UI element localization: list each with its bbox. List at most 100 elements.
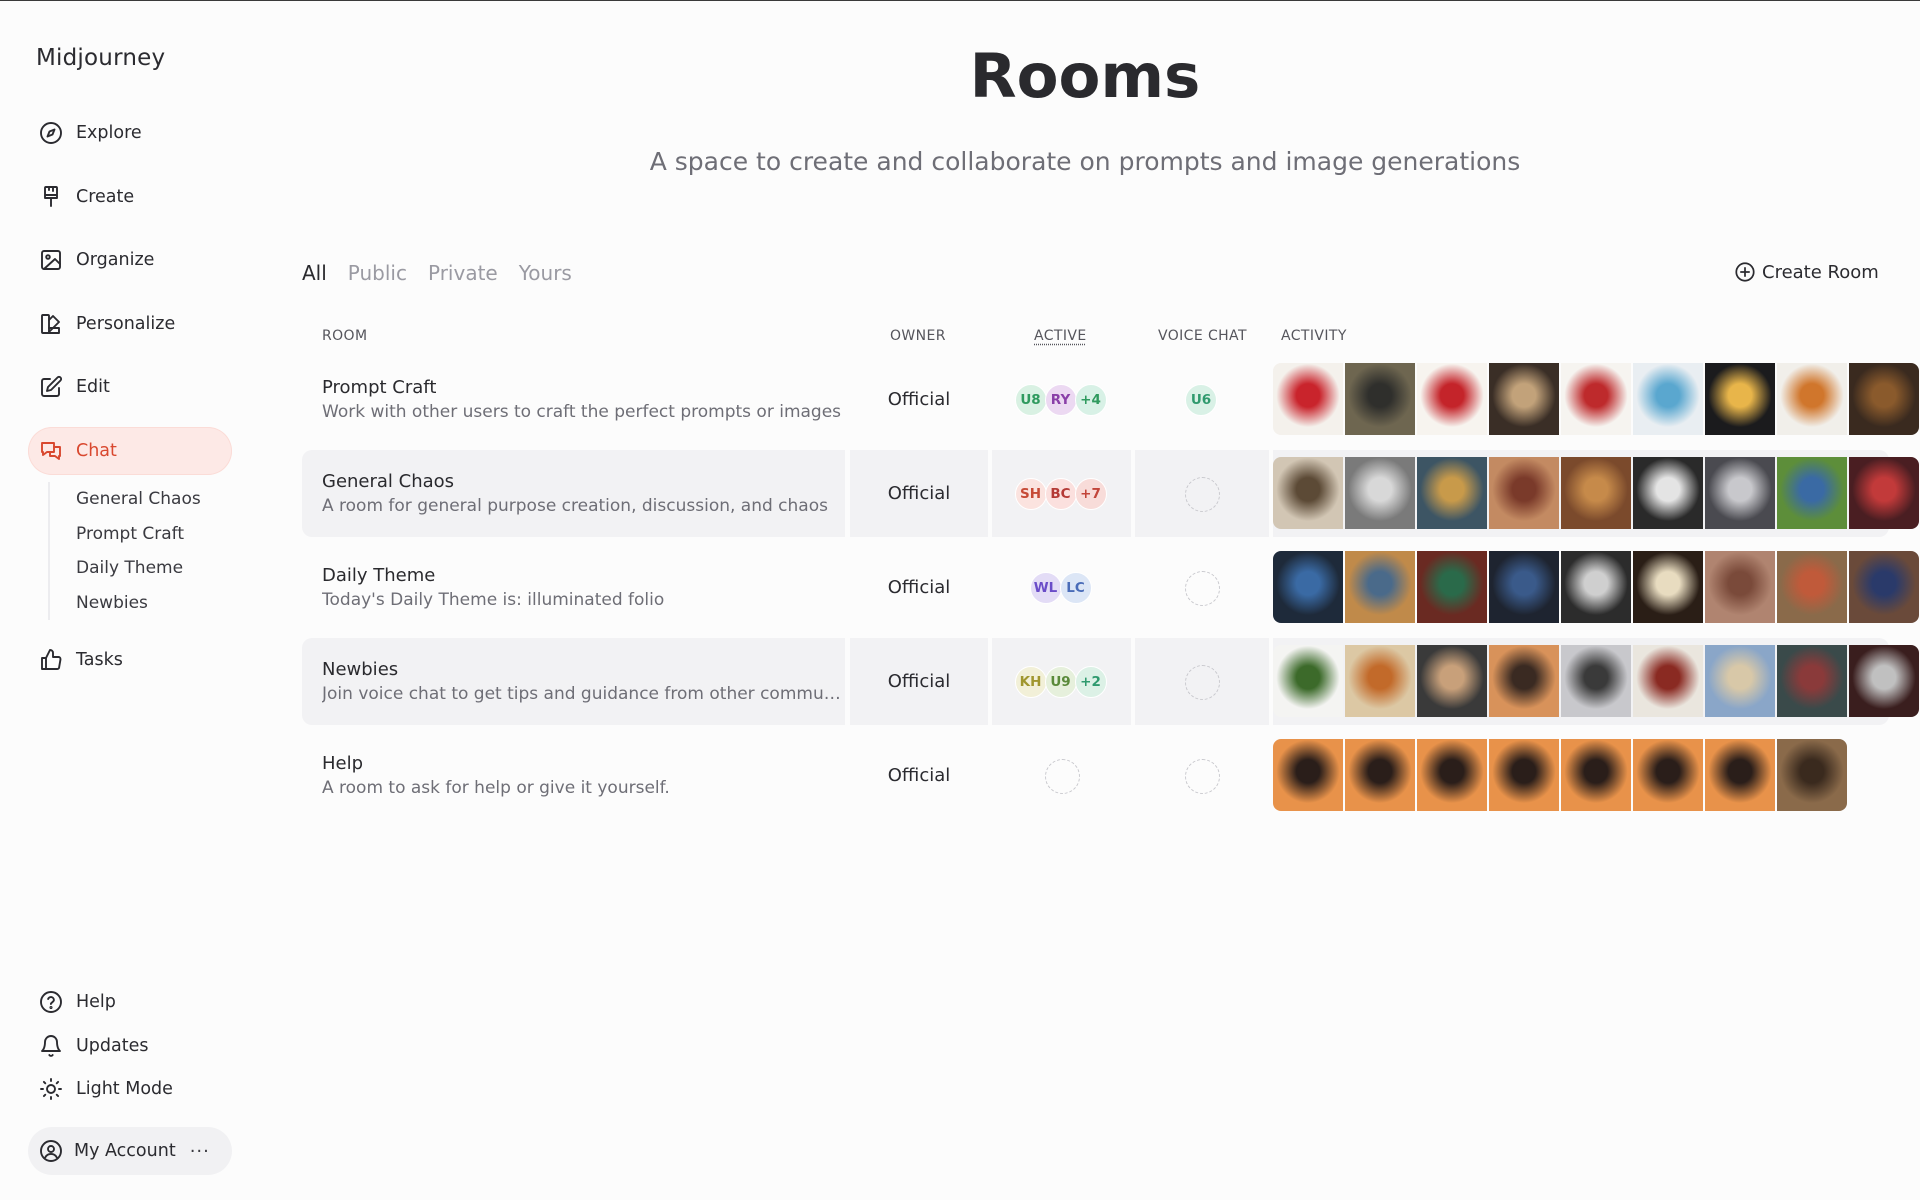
table-row[interactable]: Newbies Join voice chat to get tips and g…	[302, 638, 1889, 725]
avatar[interactable]: WL	[1030, 572, 1062, 604]
subnav-item-prompt-craft[interactable]: Prompt Craft	[76, 517, 201, 552]
my-account-button[interactable]: My Account ···	[28, 1127, 232, 1175]
activity-thumbnail[interactable]	[1273, 457, 1343, 529]
nav-item-personalize[interactable]: Personalize	[28, 300, 232, 348]
empty-voice-placeholder[interactable]	[1185, 759, 1220, 794]
nav-item-help[interactable]: Help	[28, 985, 232, 1019]
activity-thumbnail[interactable]	[1345, 457, 1415, 529]
activity-thumbnail[interactable]	[1705, 457, 1775, 529]
avatar[interactable]: SH	[1015, 478, 1047, 510]
nav-item-explore[interactable]: Explore	[28, 109, 232, 157]
activity-thumbnail[interactable]	[1417, 551, 1487, 623]
activity-thumbnail[interactable]	[1345, 551, 1415, 623]
activity-thumbnail[interactable]	[1705, 739, 1775, 811]
room-cell-prompt-craft[interactable]: Prompt Craft Work with other users to cra…	[302, 356, 845, 443]
nav-item-organize[interactable]: Organize	[28, 236, 232, 284]
table-row[interactable]: General Chaos A room for general purpose …	[302, 450, 1889, 537]
voice-chat-cell[interactable]	[1135, 544, 1269, 631]
empty-voice-placeholder[interactable]	[1185, 477, 1220, 512]
nav-item-tasks[interactable]: Tasks	[28, 636, 232, 684]
room-cell-general-chaos[interactable]: General Chaos A room for general purpose …	[302, 450, 845, 537]
activity-thumbnail[interactable]	[1561, 551, 1631, 623]
activity-thumbnail[interactable]	[1345, 739, 1415, 811]
create-room-button[interactable]: Create Room	[1734, 261, 1879, 283]
avatar[interactable]: U8	[1015, 384, 1047, 416]
voice-chat-cell[interactable]: U6	[1135, 356, 1269, 443]
activity-thumbnail[interactable]	[1417, 739, 1487, 811]
activity-thumbnail[interactable]	[1633, 551, 1703, 623]
activity-thumbnail[interactable]	[1777, 457, 1847, 529]
room-cell-newbies[interactable]: Newbies Join voice chat to get tips and g…	[302, 638, 845, 725]
table-row[interactable]: Daily Theme Today's Daily Theme is: illum…	[302, 544, 1889, 631]
activity-thumbnail[interactable]	[1561, 363, 1631, 435]
activity-thumbnail[interactable]	[1273, 363, 1343, 435]
activity-thumbnail[interactable]	[1489, 457, 1559, 529]
edit-icon	[38, 374, 64, 400]
empty-voice-placeholder[interactable]	[1185, 665, 1220, 700]
light-mode-toggle[interactable]: Light Mode	[28, 1072, 232, 1106]
activity-thumbnail[interactable]	[1345, 645, 1415, 717]
more-options-icon[interactable]: ···	[190, 1141, 210, 1162]
activity-thumbnail[interactable]	[1633, 739, 1703, 811]
subnav-item-daily-theme[interactable]: Daily Theme	[76, 551, 201, 586]
activity-thumbnail[interactable]	[1705, 551, 1775, 623]
activity-thumbnail[interactable]	[1345, 363, 1415, 435]
activity-thumbnail[interactable]	[1489, 739, 1559, 811]
voice-chat-cell[interactable]	[1135, 450, 1269, 537]
activity-thumbnail[interactable]	[1849, 645, 1919, 717]
activity-thumbnail[interactable]	[1849, 457, 1919, 529]
activity-thumbnail[interactable]	[1489, 645, 1559, 717]
activity-thumbnail[interactable]	[1777, 645, 1847, 717]
activity-thumbnail[interactable]	[1633, 645, 1703, 717]
avatar[interactable]: U9	[1045, 666, 1077, 698]
column-header-active[interactable]: ACTIVE	[1034, 328, 1087, 344]
avatar[interactable]: KH	[1015, 666, 1047, 698]
nav-label: Explore	[76, 123, 142, 143]
subnav-item-general-chaos[interactable]: General Chaos	[76, 482, 201, 517]
avatar[interactable]: BC	[1045, 478, 1077, 510]
activity-thumbnail[interactable]	[1777, 363, 1847, 435]
activity-thumbnail[interactable]	[1561, 457, 1631, 529]
activity-thumbnail[interactable]	[1849, 363, 1919, 435]
voice-chat-cell[interactable]	[1135, 732, 1269, 819]
subnav-item-newbies[interactable]: Newbies	[76, 586, 201, 621]
activity-thumbnail[interactable]	[1705, 363, 1775, 435]
activity-thumbnail[interactable]	[1273, 739, 1343, 811]
more-users-badge[interactable]: +2	[1075, 666, 1107, 698]
activity-thumbnail[interactable]	[1705, 645, 1775, 717]
tab-all[interactable]: All	[302, 261, 327, 285]
tab-yours[interactable]: Yours	[519, 261, 572, 285]
activity-thumbnail[interactable]	[1849, 551, 1919, 623]
nav-item-create[interactable]: Create	[28, 173, 232, 221]
activity-thumbnail[interactable]	[1489, 363, 1559, 435]
nav-item-updates[interactable]: Updates	[28, 1029, 232, 1063]
table-row[interactable]: Help A room to ask for help or give it yo…	[302, 732, 1889, 819]
more-users-badge[interactable]: +4	[1075, 384, 1107, 416]
tab-private[interactable]: Private	[428, 261, 498, 285]
room-cell-help[interactable]: Help A room to ask for help or give it yo…	[302, 732, 845, 819]
activity-thumbnail[interactable]	[1417, 457, 1487, 529]
activity-thumbnail[interactable]	[1417, 645, 1487, 717]
brand-logo[interactable]: Midjourney	[36, 45, 165, 71]
tab-public[interactable]: Public	[348, 261, 407, 285]
activity-thumbnail[interactable]	[1633, 457, 1703, 529]
activity-thumbnail[interactable]	[1417, 363, 1487, 435]
activity-thumbnail[interactable]	[1561, 645, 1631, 717]
more-users-badge[interactable]: +7	[1075, 478, 1107, 510]
activity-thumbnail[interactable]	[1489, 551, 1559, 623]
activity-thumbnail[interactable]	[1561, 739, 1631, 811]
voice-chat-cell[interactable]	[1135, 638, 1269, 725]
avatar[interactable]: LC	[1060, 572, 1092, 604]
empty-voice-placeholder[interactable]	[1185, 571, 1220, 606]
nav-item-chat[interactable]: Chat	[28, 427, 232, 475]
avatar[interactable]: U6	[1185, 384, 1217, 416]
activity-thumbnail[interactable]	[1633, 363, 1703, 435]
activity-thumbnail[interactable]	[1273, 551, 1343, 623]
room-cell-daily-theme[interactable]: Daily Theme Today's Daily Theme is: illum…	[302, 544, 845, 631]
activity-thumbnail[interactable]	[1777, 551, 1847, 623]
nav-item-edit[interactable]: Edit	[28, 363, 232, 411]
table-row[interactable]: Prompt Craft Work with other users to cra…	[302, 356, 1889, 443]
activity-thumbnail[interactable]	[1273, 645, 1343, 717]
avatar[interactable]: RY	[1045, 384, 1077, 416]
activity-thumbnail[interactable]	[1777, 739, 1847, 811]
